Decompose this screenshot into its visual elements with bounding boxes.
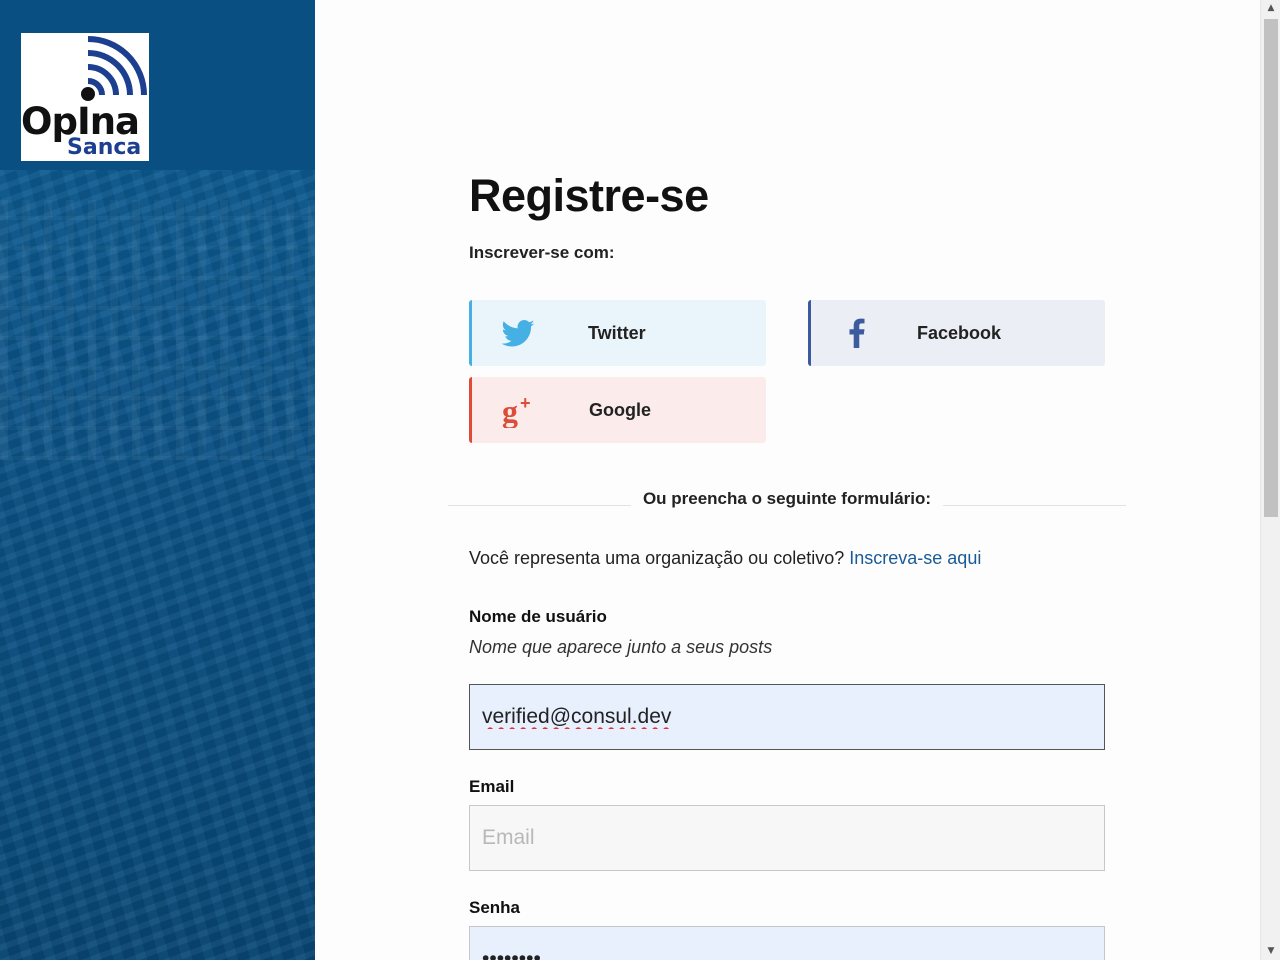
password-input[interactable]	[469, 926, 1105, 960]
social-signup-heading: Inscrever-se com:	[469, 243, 615, 262]
google-label: Google	[589, 399, 651, 420]
password-label: Senha	[469, 898, 521, 917]
organization-prompt: Você representa uma organização ou colet…	[469, 548, 981, 569]
scroll-up-arrow-icon[interactable]: ▲	[1261, 0, 1280, 17]
facebook-signup-button[interactable]: Facebook	[808, 300, 1105, 366]
google-plus-icon: g +	[502, 393, 531, 428]
divider-line-left	[448, 505, 631, 506]
username-input[interactable]	[469, 684, 1105, 750]
divider-line-right	[943, 505, 1126, 506]
twitter-signup-button[interactable]: Twitter	[469, 300, 766, 366]
facebook-label: Facebook	[917, 322, 1002, 343]
divider-text: Ou preencha o seguinte formulário:	[642, 489, 932, 508]
sidebar-banner: OpIna Sanca	[0, 0, 315, 960]
building-background-image	[0, 200, 315, 460]
twitter-label: Twitter	[588, 322, 646, 343]
registration-panel: Registre-se Inscrever-se com: Twitter Fa…	[315, 0, 1260, 960]
organization-question: Você representa uma organização ou colet…	[469, 548, 845, 568]
logo[interactable]: OpIna Sanca	[21, 33, 149, 161]
google-signup-button[interactable]: g + Google	[469, 377, 766, 443]
organization-signup-link[interactable]: Inscreva-se aqui	[849, 548, 981, 568]
scroll-down-arrow-icon[interactable]: ▼	[1261, 943, 1280, 960]
facebook-f-icon	[849, 318, 865, 348]
username-help: Nome que aparece junto a seus posts	[469, 637, 773, 657]
svg-text:+: +	[520, 393, 531, 413]
username-label: Nome de usuário	[469, 607, 607, 626]
logo-subtitle: Sanca	[67, 135, 142, 160]
page-scrollbar[interactable]: ▲ ▼	[1260, 0, 1280, 960]
scrollbar-thumb[interactable]	[1264, 19, 1278, 517]
email-input[interactable]	[469, 805, 1105, 871]
page-title: Registre-se	[469, 170, 709, 221]
svg-text:g: g	[502, 393, 518, 428]
twitter-bird-icon	[501, 319, 535, 347]
email-label: Email	[469, 777, 515, 796]
